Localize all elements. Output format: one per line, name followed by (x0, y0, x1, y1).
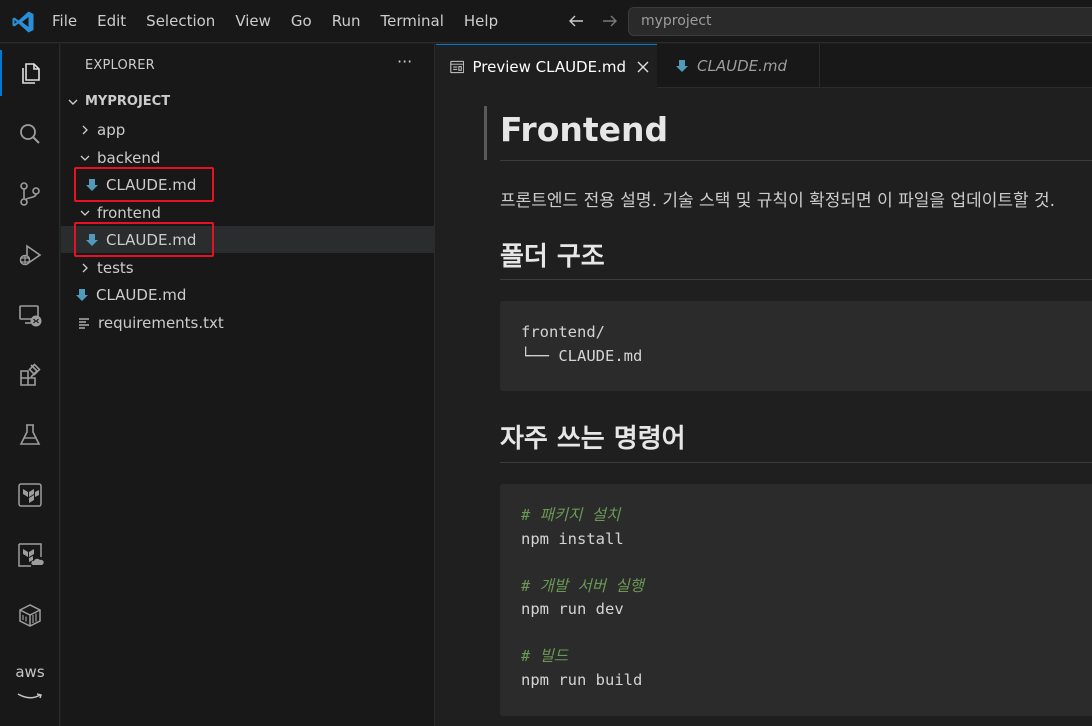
remote-explorer-icon[interactable] (0, 292, 60, 338)
menu-run[interactable]: Run (322, 0, 371, 43)
workspace-root-label: MYPROJECT (85, 94, 171, 109)
terraform-cloud-icon[interactable] (0, 532, 60, 578)
title-bar: File Edit Selection View Go Run Terminal… (0, 0, 1092, 43)
menu-terminal[interactable]: Terminal (371, 0, 454, 43)
code-line: └── CLAUDE.md (521, 346, 643, 365)
chevron-down-icon (77, 205, 93, 221)
command-center-search[interactable]: myproject (628, 7, 1092, 36)
chevron-right-icon (77, 122, 93, 138)
tab-label: Preview CLAUDE.md (472, 57, 626, 76)
tree-item-label: CLAUDE.md (96, 285, 187, 304)
code-line: npm run dev (521, 600, 624, 618)
terraform-icon[interactable] (0, 472, 60, 518)
menu-edit[interactable]: Edit (87, 0, 136, 43)
code-line: npm run build (521, 670, 643, 689)
tree-file-root-claude[interactable]: CLAUDE.md (61, 281, 434, 308)
highlight-box-backend (74, 167, 214, 202)
heading-divider (500, 279, 1092, 280)
tab-label: CLAUDE.md (697, 57, 787, 75)
menu-go[interactable]: Go (281, 0, 322, 43)
highlight-box-frontend (74, 222, 214, 257)
code-line: npm install (521, 529, 624, 548)
vscode-logo-icon (12, 11, 34, 33)
menu-selection[interactable]: Selection (136, 0, 225, 43)
explorer-icon[interactable] (0, 50, 60, 96)
forward-arrow-icon[interactable] (600, 10, 620, 32)
tab-preview-claude[interactable]: Preview CLAUDE.md (436, 44, 657, 88)
menu-view[interactable]: View (225, 0, 281, 43)
aws-icon[interactable]: aws (0, 652, 60, 699)
tree-folder-tests[interactable]: tests (61, 254, 434, 281)
aws-label: aws (15, 663, 45, 681)
preview-icon (450, 60, 465, 73)
testing-icon[interactable] (0, 412, 60, 458)
tree-file-requirements[interactable]: requirements.txt (61, 309, 434, 336)
explorer-title: EXPLORER (85, 58, 155, 73)
markdown-file-icon (74, 287, 90, 303)
tree-item-label: backend (97, 148, 161, 167)
chevron-down-icon (65, 94, 81, 110)
chevron-down-icon (77, 150, 93, 166)
close-icon[interactable] (637, 61, 657, 73)
activity-bar: aws (0, 44, 60, 726)
tree-item-label: app (97, 120, 126, 139)
workspace-root[interactable]: MYPROJECT (61, 88, 434, 115)
preview-heading-folder-structure: 폴더 구조 (500, 242, 605, 272)
heading-indicator (484, 106, 487, 160)
markdown-file-icon (676, 60, 688, 72)
code-comment: # 패키지 설치 (521, 506, 621, 524)
editor-tabs: Preview CLAUDE.md CLAUDE.md (436, 44, 1092, 88)
heading-divider (500, 160, 1092, 161)
run-debug-icon[interactable] (0, 232, 60, 278)
heading-divider (500, 462, 1092, 463)
menu-help[interactable]: Help (454, 0, 508, 43)
tree-item-label: frontend (97, 203, 161, 222)
chevron-right-icon (77, 260, 93, 276)
menu-bar: File Edit Selection View Go Run Terminal… (42, 0, 508, 43)
text-file-icon (76, 315, 92, 331)
containers-icon[interactable] (0, 592, 60, 638)
tab-claude-md[interactable]: CLAUDE.md (657, 44, 820, 88)
markdown-preview: Frontend 프론트엔드 전용 설명. 기술 스택 및 규칙이 확정되면 이… (436, 88, 1092, 726)
code-block-commands: # 패키지 설치 npm install # 개발 서버 실행 npm run … (500, 484, 1092, 716)
explorer-sidebar: EXPLORER ··· MYPROJECT app backend CLAUD… (61, 44, 435, 726)
code-line: frontend/ (521, 323, 605, 341)
code-comment: # 빌드 (521, 647, 569, 665)
code-comment: # 개발 서버 실행 (521, 576, 644, 595)
preview-heading-commands: 자주 쓰는 명령어 (500, 424, 686, 454)
menu-file[interactable]: File (42, 0, 87, 43)
tree-item-label: requirements.txt (98, 313, 224, 332)
code-block-folder: frontend/ └── CLAUDE.md (500, 301, 1092, 391)
source-control-icon[interactable] (0, 171, 60, 217)
extensions-icon[interactable] (0, 352, 60, 398)
back-arrow-icon[interactable] (566, 10, 586, 32)
more-actions-icon[interactable]: ··· (397, 52, 412, 71)
preview-paragraph: 프론트엔드 전용 설명. 기술 스택 및 규칙이 확정되면 이 파일을 업데이트… (500, 191, 1056, 211)
preview-heading-1: Frontend (500, 110, 669, 149)
search-icon[interactable] (0, 111, 60, 157)
tree-item-label: tests (97, 258, 134, 277)
tree-folder-app[interactable]: app (61, 116, 434, 143)
